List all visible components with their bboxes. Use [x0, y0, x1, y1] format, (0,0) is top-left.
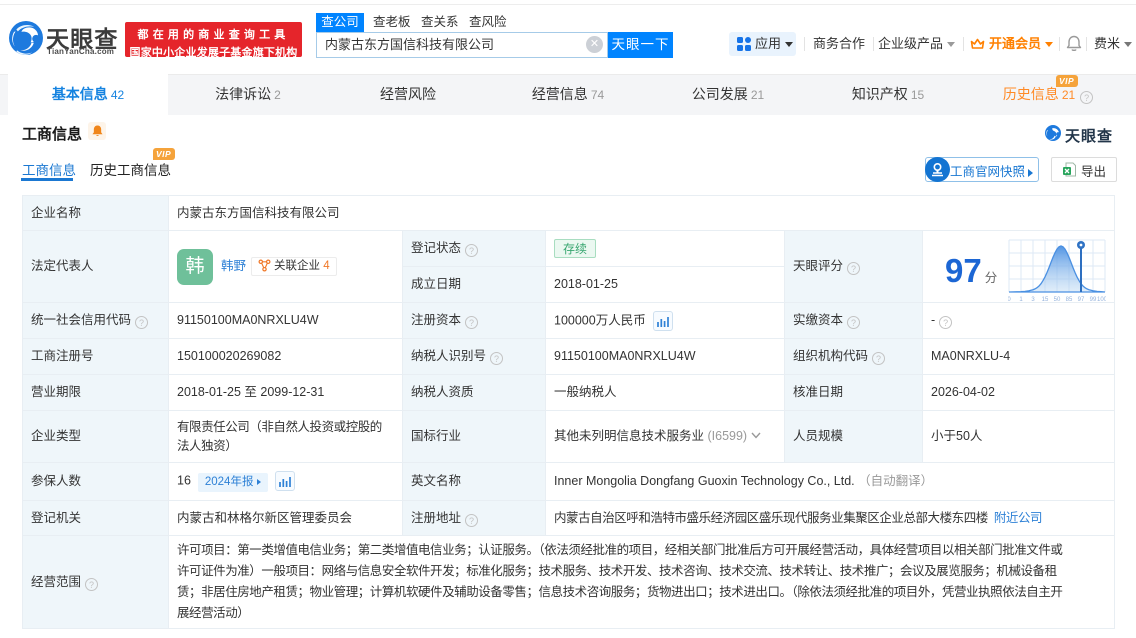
svg-text:99: 99	[1090, 297, 1097, 303]
svg-text:15: 15	[1042, 297, 1049, 303]
svg-text:85: 85	[1066, 297, 1073, 303]
svg-text:3: 3	[1031, 297, 1035, 303]
svg-text:1: 1	[1019, 297, 1023, 303]
svg-text:50: 50	[1054, 297, 1061, 303]
svg-text:97: 97	[1078, 297, 1085, 303]
svg-text:0: 0	[1008, 297, 1011, 303]
svg-text:100: 100	[1097, 297, 1106, 303]
